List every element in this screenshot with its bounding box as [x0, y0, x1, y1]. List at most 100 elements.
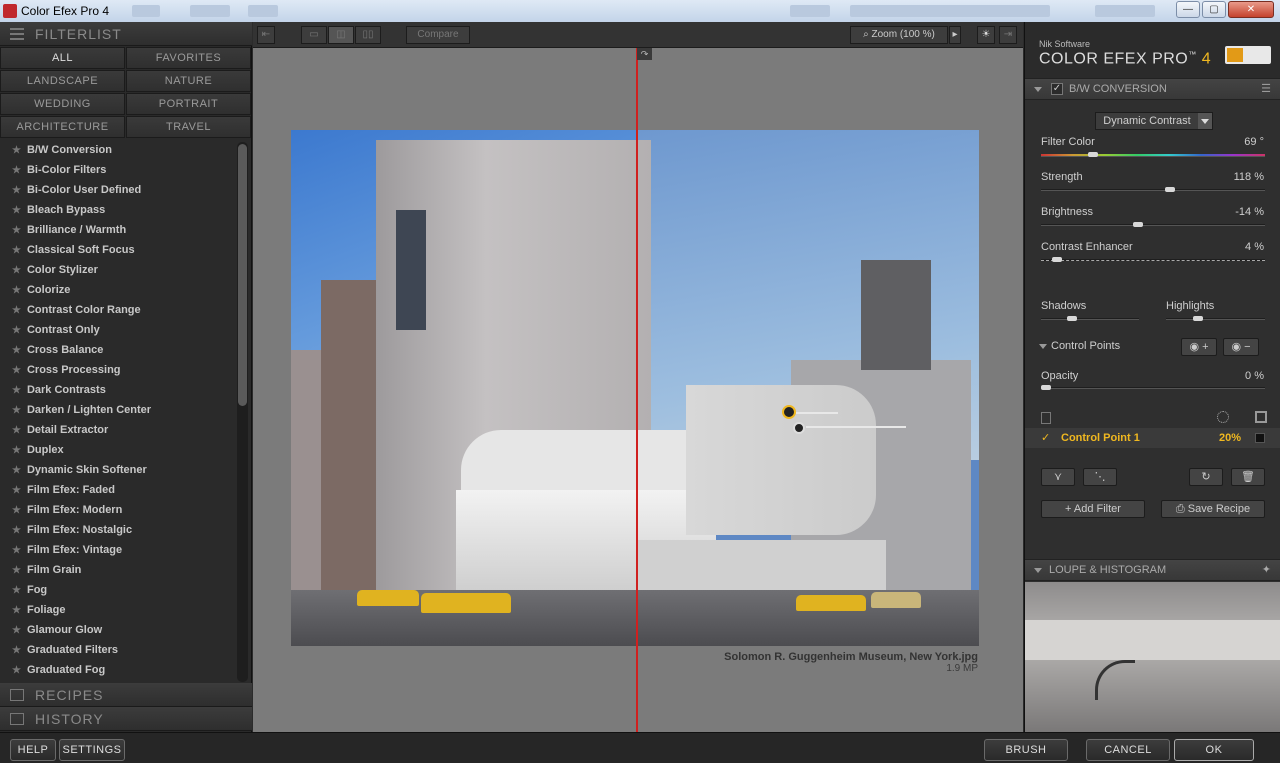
filter-color-slider[interactable]: [1041, 152, 1265, 157]
favorite-star-icon[interactable]: ★: [12, 525, 21, 536]
favorite-star-icon[interactable]: ★: [12, 305, 21, 316]
filter-item[interactable]: ★ Foliage: [0, 600, 236, 620]
favorite-star-icon[interactable]: ★: [12, 365, 21, 376]
favorite-star-icon[interactable]: ★: [12, 665, 21, 676]
hide-controls-icon[interactable]: ⇥: [999, 26, 1017, 44]
filterlist-header[interactable]: FILTERLIST: [0, 22, 252, 46]
favorite-star-icon[interactable]: ★: [12, 385, 21, 396]
filter-item[interactable]: ★ Dynamic Skin Softener: [0, 460, 236, 480]
favorite-star-icon[interactable]: ★: [12, 225, 21, 236]
chevron-down-icon[interactable]: [1198, 113, 1212, 129]
favorite-star-icon[interactable]: ★: [12, 265, 21, 276]
highlights-slider-thumb[interactable]: [1193, 316, 1203, 321]
collapse-triangle-icon[interactable]: [1039, 344, 1047, 349]
favorite-star-icon[interactable]: ★: [12, 505, 21, 516]
filter-item[interactable]: ★ Fog: [0, 580, 236, 600]
collapse-triangle-icon[interactable]: [1034, 87, 1042, 92]
control-point-checkbox[interactable]: ✓: [1041, 431, 1050, 444]
filter-item[interactable]: ★ Graduated Fog: [0, 660, 236, 680]
ungroup-points-icon[interactable]: ⋱: [1083, 468, 1117, 486]
filter-item[interactable]: ★ Classical Soft Focus: [0, 240, 236, 260]
favorite-star-icon[interactable]: ★: [12, 545, 21, 556]
filter-item[interactable]: ★ Film Efex: Faded: [0, 480, 236, 500]
method-dropdown[interactable]: Dynamic Contrast: [1095, 112, 1213, 130]
filter-item[interactable]: ★ Film Efex: Modern: [0, 500, 236, 520]
filter-item[interactable]: ★ Cross Processing: [0, 360, 236, 380]
filter-item[interactable]: ★ Contrast Color Range: [0, 300, 236, 320]
zoom-arrow-icon[interactable]: ▸: [949, 26, 961, 44]
category-portrait[interactable]: PORTRAIT: [126, 93, 251, 115]
control-point-1-handle[interactable]: [782, 405, 796, 419]
filter-item[interactable]: ★ Darken / Lighten Center: [0, 400, 236, 420]
preview-canvas[interactable]: ↷ Solomon R. Guggenheim Museum, New York…: [253, 48, 1023, 732]
control-point-row[interactable]: ✓ Control Point 1 20%: [1025, 428, 1280, 448]
filter-item[interactable]: ★ Colorize: [0, 280, 236, 300]
favorite-star-icon[interactable]: ★: [12, 325, 21, 336]
hide-browser-icon[interactable]: ⇤: [257, 26, 275, 44]
scrollbar-thumb[interactable]: [238, 144, 247, 406]
add-filter-button[interactable]: + Add Filter: [1041, 500, 1145, 518]
category-favorites[interactable]: FAVORITES: [126, 47, 251, 69]
favorite-star-icon[interactable]: ★: [12, 465, 21, 476]
favorite-star-icon[interactable]: ★: [12, 145, 21, 156]
filter-item[interactable]: ★ Bi-Color User Defined: [0, 180, 236, 200]
filter-item[interactable]: ★ Duplex: [0, 440, 236, 460]
settings-button[interactable]: SETTINGS: [59, 739, 125, 761]
favorite-star-icon[interactable]: ★: [12, 585, 21, 596]
favorite-star-icon[interactable]: ★: [12, 285, 21, 296]
filter-item[interactable]: ★ Graduated Filters: [0, 640, 236, 660]
contrast-enhancer-slider-thumb[interactable]: [1052, 257, 1062, 262]
add-control-point-button[interactable]: ◉ +: [1181, 338, 1217, 356]
favorite-star-icon[interactable]: ★: [12, 445, 21, 456]
single-view-icon[interactable]: ▭: [301, 26, 327, 44]
group-points-icon[interactable]: ⋎: [1041, 468, 1075, 486]
brightness-slider[interactable]: [1041, 222, 1265, 227]
zoom-button[interactable]: ⌕ Zoom (100 %): [850, 26, 948, 44]
ok-button[interactable]: OK: [1174, 739, 1254, 761]
help-button[interactable]: HELP: [10, 739, 56, 761]
category-architecture[interactable]: ARCHITECTURE: [0, 116, 125, 138]
filter-item[interactable]: ★ Bi-Color Filters: [0, 160, 236, 180]
filter-enable-checkbox[interactable]: ✓: [1051, 83, 1063, 95]
filter-item[interactable]: ★ Detail Extractor: [0, 420, 236, 440]
brightness-slider-thumb[interactable]: [1133, 222, 1143, 227]
filter-item[interactable]: ★ Contrast Only: [0, 320, 236, 340]
filter-item[interactable]: ★ B/W Conversion: [0, 140, 236, 160]
filter-item[interactable]: ★ Dark Contrasts: [0, 380, 236, 400]
favorite-star-icon[interactable]: ★: [12, 205, 21, 216]
favorite-star-icon[interactable]: ★: [12, 245, 21, 256]
highlights-slider[interactable]: [1166, 316, 1265, 321]
filter-menu-icon[interactable]: ☰: [1261, 79, 1271, 99]
background-light-icon[interactable]: ☀: [977, 26, 995, 44]
category-nature[interactable]: NATURE: [126, 70, 251, 92]
history-header[interactable]: HISTORY: [0, 707, 252, 731]
filter-list-scrollbar[interactable]: [237, 142, 248, 682]
favorite-star-icon[interactable]: ★: [12, 485, 21, 496]
remove-control-point-button[interactable]: ◉ −: [1223, 338, 1259, 356]
shadows-slider-thumb[interactable]: [1067, 316, 1077, 321]
bw-conversion-header[interactable]: ✓ B/W CONVERSION ☰: [1025, 78, 1280, 100]
compare-button[interactable]: Compare: [406, 26, 470, 44]
category-landscape[interactable]: LANDSCAPE: [0, 70, 125, 92]
favorite-star-icon[interactable]: ★: [12, 185, 21, 196]
cancel-button[interactable]: CANCEL: [1086, 739, 1170, 761]
filter-color-slider-thumb[interactable]: [1088, 152, 1098, 157]
favorite-star-icon[interactable]: ★: [12, 405, 21, 416]
control-point-mask-swatch[interactable]: [1255, 433, 1265, 443]
side-by-side-view-icon[interactable]: ▯▯: [355, 26, 381, 44]
favorite-star-icon[interactable]: ★: [12, 425, 21, 436]
filter-item[interactable]: ★ Bleach Bypass: [0, 200, 236, 220]
pin-icon[interactable]: ✦: [1262, 560, 1271, 580]
favorite-star-icon[interactable]: ★: [12, 165, 21, 176]
control-point-center[interactable]: [793, 422, 805, 434]
lock-icon[interactable]: [1041, 412, 1051, 424]
opacity-slider[interactable]: [1041, 385, 1265, 390]
strength-slider[interactable]: [1041, 187, 1265, 192]
loupe-histogram-header[interactable]: LOUPE & HISTOGRAM ✦: [1025, 559, 1280, 581]
favorite-star-icon[interactable]: ★: [12, 345, 21, 356]
category-travel[interactable]: TRAVEL: [126, 116, 251, 138]
delete-filter-icon[interactable]: 🗑: [1231, 468, 1265, 486]
contrast-enhancer-slider[interactable]: [1041, 257, 1265, 262]
shadows-slider[interactable]: [1041, 316, 1139, 321]
favorite-star-icon[interactable]: ★: [12, 605, 21, 616]
